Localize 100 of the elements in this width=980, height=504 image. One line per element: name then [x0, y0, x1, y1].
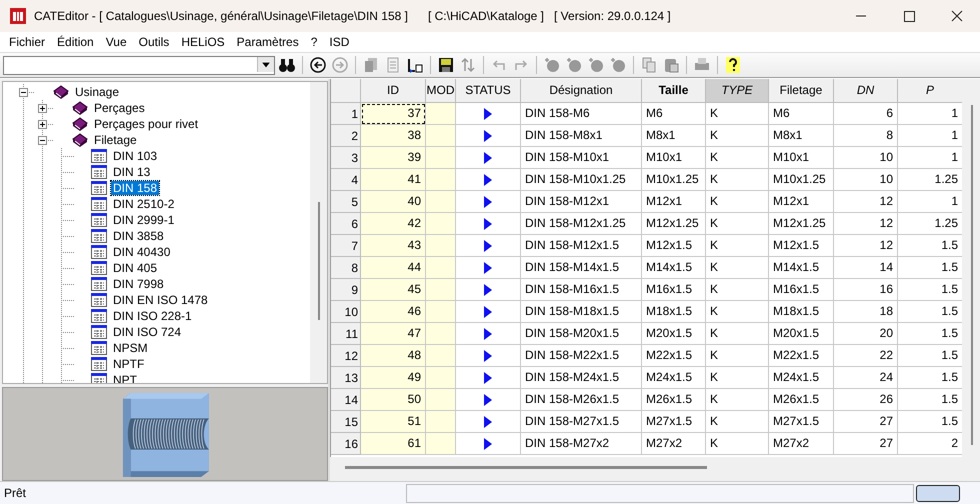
row-number[interactable]: 11 — [331, 323, 361, 345]
row-number[interactable]: 8 — [331, 257, 361, 279]
table-cell: K — [706, 169, 769, 191]
row-number[interactable]: 16 — [331, 433, 361, 455]
row-number[interactable]: 3 — [331, 147, 361, 169]
row-number[interactable]: 4 — [331, 169, 361, 191]
help-icon[interactable] — [723, 55, 743, 75]
menu-item[interactable]: Fichier — [3, 35, 52, 49]
table-cell: M22x1.5 — [769, 345, 834, 367]
window-title: CATEditor - [ Catalogues\Usinage, général\Usinage\Filetage\DIN 158 ] — [34, 9, 408, 23]
tree-item[interactable]: Filetage — [92, 133, 139, 147]
table-cell: M12x1.25 — [769, 213, 834, 235]
table-cell: M10x1 — [642, 147, 706, 169]
row-number[interactable]: 14 — [331, 389, 361, 411]
table-cell: 20 — [834, 323, 898, 345]
table-cell: DIN 158-M12x1 — [521, 191, 642, 213]
column-header[interactable]: P — [898, 79, 963, 103]
play-arrow-icon — [484, 196, 492, 208]
play-arrow-icon — [484, 262, 492, 274]
table-cell: DIN 158-M10x1 — [521, 147, 642, 169]
menu-item[interactable]: Vue — [100, 35, 133, 49]
tree-item[interactable]: Perçages — [92, 101, 147, 115]
table-cell: DIN 158-M12x1.25 — [521, 213, 642, 235]
tree-item[interactable]: DIN EN ISO 1478 — [111, 293, 210, 307]
column-header[interactable]: STATUS — [456, 79, 521, 103]
add-record-icon[interactable] — [564, 55, 584, 75]
expander-icon[interactable] — [19, 88, 28, 96]
menu-item[interactable]: HELiOS — [175, 35, 231, 49]
table-cell: 45 — [361, 279, 426, 301]
tree-item[interactable]: DIN ISO 228-1 — [111, 309, 194, 323]
table-cell: K — [706, 125, 769, 147]
add-record-icon[interactable] — [586, 55, 606, 75]
column-header[interactable]: Filetage — [769, 79, 834, 103]
table-cell: DIN 158-M10x1.25 — [521, 169, 642, 191]
expander-icon[interactable] — [38, 120, 47, 128]
expander-icon[interactable] — [38, 104, 47, 112]
tree-item[interactable]: DIN 40430 — [111, 245, 172, 259]
table-cell: 12 — [834, 235, 898, 257]
menu-item[interactable]: Paramètres — [230, 35, 305, 49]
add-record-icon[interactable] — [608, 55, 628, 75]
add-record-icon[interactable] — [542, 55, 562, 75]
tree-item[interactable]: DIN 2999-1 — [111, 213, 176, 227]
column-header[interactable]: ID — [361, 79, 426, 103]
table-cell: M24x1.5 — [769, 367, 834, 389]
row-number[interactable]: 5 — [331, 191, 361, 213]
table-cell: M10x1.25 — [769, 169, 834, 191]
expander-icon[interactable] — [38, 136, 47, 144]
tree-item[interactable]: DIN 13 — [111, 165, 152, 179]
table-cell: M14x1.5 — [769, 257, 834, 279]
row-number[interactable]: 6 — [331, 213, 361, 235]
table-cell: DIN 158-M26x1.5 — [521, 389, 642, 411]
search-combo[interactable] — [3, 56, 275, 74]
tree-item[interactable]: DIN 7998 — [111, 277, 166, 291]
table-cell: M20x1.5 — [769, 323, 834, 345]
table-cell: M26x1.5 — [642, 389, 706, 411]
tree-item[interactable]: DIN 3858 — [111, 229, 166, 243]
menu-item[interactable]: Outils — [132, 35, 176, 49]
table-cell: DIN 158-M18x1.5 — [521, 301, 642, 323]
row-number[interactable]: 10 — [331, 301, 361, 323]
table-cell: 44 — [361, 257, 426, 279]
book-icon — [52, 84, 70, 100]
column-header[interactable]: TYPE — [706, 79, 769, 103]
column-header[interactable]: Taille — [642, 79, 706, 103]
menu-item[interactable]: ISD — [323, 35, 356, 49]
table-cell: 41 — [361, 169, 426, 191]
tree-item[interactable]: Usinage — [73, 85, 122, 99]
table-cell: 47 — [361, 323, 426, 345]
column-header[interactable]: Désignation — [521, 79, 642, 103]
table-cell: M27x2 — [769, 433, 834, 455]
table-cell: M6 — [642, 103, 706, 125]
save-icon[interactable] — [436, 55, 456, 75]
table-cell: K — [706, 345, 769, 367]
row-number[interactable]: 12 — [331, 345, 361, 367]
table-cell: M14x1.5 — [642, 257, 706, 279]
table-cell: M12x1.5 — [642, 235, 706, 257]
row-number[interactable]: 2 — [331, 125, 361, 147]
table-cell: M12x1.25 — [642, 213, 706, 235]
row-number[interactable]: 1 — [331, 103, 361, 125]
play-arrow-icon — [484, 174, 492, 186]
tree-item[interactable]: NPTF — [111, 357, 146, 371]
tree-item[interactable]: NPSM — [111, 341, 150, 355]
menu-item[interactable]: Édition — [51, 35, 100, 49]
tree-item[interactable]: Perçages pour rivet — [92, 117, 200, 131]
row-number[interactable]: 7 — [331, 235, 361, 257]
table-cell: K — [706, 389, 769, 411]
table-icon — [90, 308, 108, 324]
tree-item[interactable]: DIN 103 — [111, 149, 160, 163]
play-arrow-icon — [484, 218, 492, 230]
table-cell: 42 — [361, 213, 426, 235]
tree-item[interactable]: DIN ISO 724 — [111, 325, 184, 339]
table-cell: 14 — [834, 257, 898, 279]
column-header[interactable]: DN — [834, 79, 898, 103]
row-number[interactable]: 15 — [331, 411, 361, 433]
tree-item[interactable]: DIN 2510-2 — [111, 197, 176, 211]
tree-item[interactable]: DIN 158 — [111, 181, 160, 195]
row-number[interactable]: 13 — [331, 367, 361, 389]
menu-item[interactable]: ? — [304, 35, 324, 49]
tree-item[interactable]: DIN 405 — [111, 261, 160, 275]
column-header[interactable]: MOD — [426, 79, 456, 103]
row-number[interactable]: 9 — [331, 279, 361, 301]
